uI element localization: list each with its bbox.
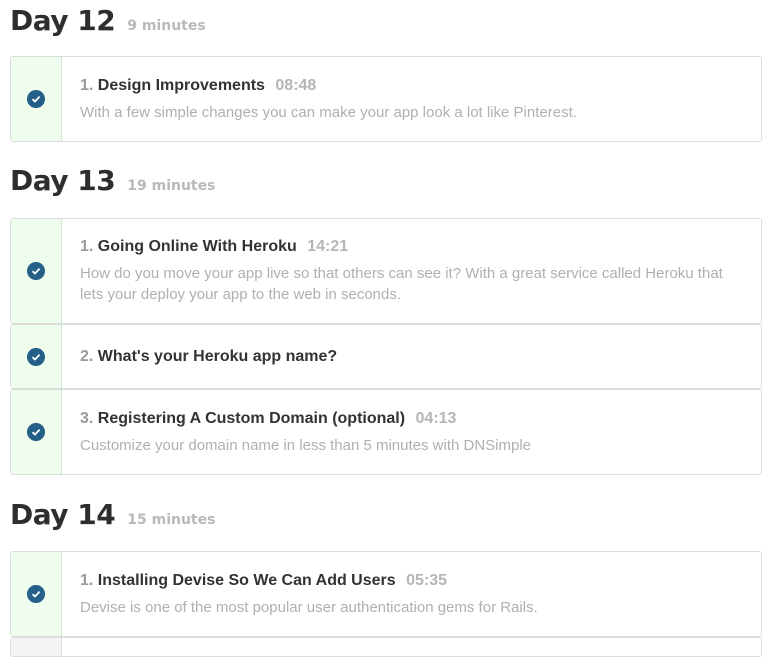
lesson-status[interactable] [11, 390, 62, 474]
day-title: Day 12 [10, 4, 116, 37]
lesson-status[interactable] [11, 325, 62, 388]
lesson-time: 04:13 [415, 409, 457, 427]
lesson-time: 08:48 [275, 76, 317, 94]
lesson-number: 3. [80, 409, 94, 427]
lesson-status[interactable] [11, 552, 62, 636]
day-duration: 15 minutes [127, 512, 216, 528]
lesson-status [11, 638, 62, 656]
lesson-number: 2. [80, 347, 94, 365]
lesson-heading[interactable]: 2. What's your Heroku app name? [80, 347, 337, 367]
lesson-description: With a few simple changes you can make y… [80, 103, 577, 121]
day-duration: 19 minutes [127, 178, 216, 194]
day-header: Day 13 19 minutes [10, 164, 215, 197]
lesson-item[interactable]: 1. Installing Devise So We Can Add Users… [10, 551, 762, 637]
lesson-number: 1. [80, 571, 94, 589]
lesson-number: 1. [80, 238, 94, 255]
lesson-item[interactable]: 2. What's your Heroku app name? [10, 324, 762, 389]
lesson-title[interactable]: Design Improvements [98, 77, 265, 94]
lesson-item[interactable]: 1. Going Online With Heroku 14:21 How do… [10, 218, 762, 324]
day-title: Day 14 [10, 498, 116, 531]
lesson-heading[interactable]: 3. Registering A Custom Domain (optional… [80, 409, 531, 429]
lesson-title[interactable]: Going Online With Heroku [98, 238, 297, 255]
lesson-heading[interactable]: 1. Design Improvements 08:48 [80, 76, 577, 96]
lesson-item[interactable]: 1. Design Improvements 08:48 With a few … [10, 56, 762, 142]
lesson-time: 14:21 [307, 238, 349, 255]
lesson-title[interactable]: Registering A Custom Domain (optional) [98, 410, 405, 427]
lesson-title[interactable]: Installing Devise So We Can Add Users [98, 572, 396, 589]
lesson-status[interactable] [11, 57, 62, 141]
day-duration: 9 minutes [127, 18, 206, 34]
check-circle-icon [27, 347, 45, 366]
lesson-description: How do you move your app live so that ot… [80, 265, 723, 303]
day-header: Day 14 15 minutes [10, 498, 215, 531]
check-circle-icon [27, 423, 45, 441]
lesson-number: 1. [80, 76, 94, 94]
lesson-item-partial[interactable] [10, 637, 762, 657]
day-header: Day 12 9 minutes [10, 4, 206, 37]
check-circle-icon [27, 90, 45, 108]
lesson-item[interactable]: 3. Registering A Custom Domain (optional… [10, 389, 762, 475]
check-circle-icon [27, 262, 45, 280]
day-title: Day 13 [10, 164, 116, 197]
lesson-description: Customize your domain name in less than … [80, 436, 532, 454]
lesson-description: Devise is one of the most popular user a… [80, 598, 538, 616]
lesson-title[interactable]: What's your Heroku app name? [98, 348, 337, 365]
lesson-heading[interactable]: 1. Installing Devise So We Can Add Users… [80, 571, 538, 591]
lesson-heading[interactable]: 1. Going Online With Heroku 14:21 [80, 237, 740, 257]
lesson-time: 05:35 [406, 571, 448, 589]
check-circle-icon [27, 585, 45, 603]
lesson-status[interactable] [11, 219, 62, 323]
